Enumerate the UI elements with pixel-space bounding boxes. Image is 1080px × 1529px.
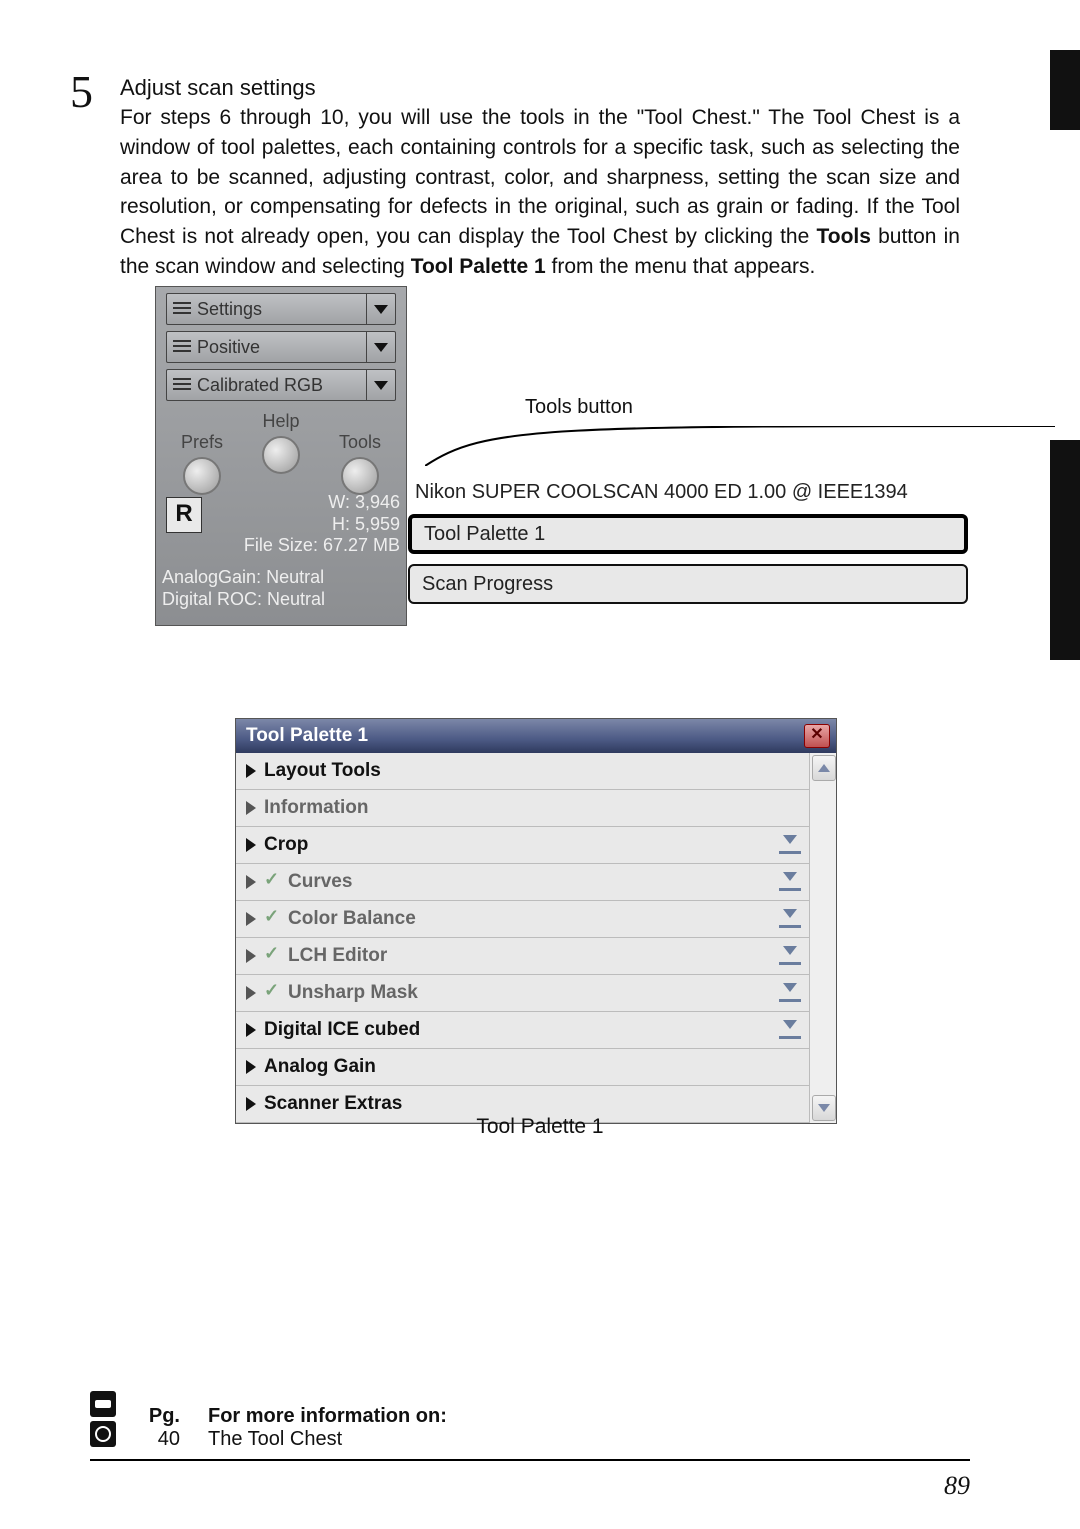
palette-section-label: Digital ICE cubed xyxy=(264,1019,420,1041)
check-icon xyxy=(264,947,282,965)
palette-section-label: Color Balance xyxy=(288,908,416,930)
palette-section[interactable]: LCH Editor xyxy=(236,938,809,975)
palette-section[interactable]: Curves xyxy=(236,864,809,901)
palette-section[interactable]: Analog Gain xyxy=(236,1049,809,1086)
step-title: Adjust scan settings xyxy=(120,75,960,101)
disclosure-triangle-icon xyxy=(246,986,256,1000)
reference-icon xyxy=(90,1421,116,1447)
palette-section[interactable]: Unsharp Mask xyxy=(236,975,809,1012)
section-menu-icon[interactable] xyxy=(779,1022,801,1039)
prefs-label: Prefs xyxy=(172,432,232,453)
page-number: 89 xyxy=(944,1471,970,1501)
analog-gain-status: AnalogGain: Neutral xyxy=(162,567,400,589)
page-edge-tab-top xyxy=(1050,50,1080,130)
tools-label: Tools xyxy=(330,432,390,453)
scan-panel: Settings Positive Calibrated RGB Help Pr… xyxy=(155,286,407,626)
disclosure-triangle-icon xyxy=(246,1097,256,1111)
disclosure-triangle-icon xyxy=(246,801,256,815)
settings-dropdown[interactable]: Settings xyxy=(166,293,396,325)
palette-section[interactable]: Crop xyxy=(236,827,809,864)
tool-palette-caption: Tool Palette 1 xyxy=(0,1115,1080,1139)
menu-item-label: Scan Progress xyxy=(422,573,553,596)
disclosure-triangle-icon xyxy=(246,1023,256,1037)
disclosure-triangle-icon xyxy=(246,764,256,778)
help-button[interactable] xyxy=(262,436,300,474)
disclosure-triangle-icon xyxy=(246,838,256,852)
page-edge-tab-mid xyxy=(1050,440,1080,660)
ref-page-number: 40 xyxy=(140,1428,180,1451)
scan-window-figure: Settings Positive Calibrated RGB Help Pr… xyxy=(155,286,925,636)
section-menu-icon[interactable] xyxy=(779,837,801,854)
scanner-title: Nikon SUPER COOLSCAN 4000 ED 1.00 @ IEEE… xyxy=(415,481,925,504)
palette-section-label: Unsharp Mask xyxy=(288,982,418,1004)
filmtype-dropdown-label: Positive xyxy=(197,337,366,358)
palette-section-label: Analog Gain xyxy=(264,1056,376,1078)
step-body-bold-palette: Tool Palette 1 xyxy=(411,255,546,278)
section-menu-icon[interactable] xyxy=(779,874,801,891)
list-icon xyxy=(173,302,191,316)
colorspace-dropdown-label: Calibrated RGB xyxy=(197,375,366,396)
section-menu-icon[interactable] xyxy=(779,948,801,965)
section-menu-icon[interactable] xyxy=(779,985,801,1002)
palette-section-label: Curves xyxy=(288,871,352,893)
scrollbar[interactable] xyxy=(809,753,836,1123)
dropdown-arrow-icon xyxy=(366,294,395,324)
palette-section-label: Scanner Extras xyxy=(264,1093,402,1115)
tool-palette-titlebar[interactable]: Tool Palette 1 ✕ xyxy=(236,719,836,753)
scan-width: W: 3,946 xyxy=(212,492,400,514)
palette-section-label: Information xyxy=(264,797,369,819)
section-menu-icon[interactable] xyxy=(779,911,801,928)
scan-filesize: File Size: 67.27 MB xyxy=(212,535,400,557)
scan-size-info: W: 3,946 H: 5,959 File Size: 67.27 MB xyxy=(212,492,400,557)
scroll-up-button[interactable] xyxy=(812,755,836,781)
menu-item-scan-progress[interactable]: Scan Progress xyxy=(408,564,968,604)
palette-section-label: Crop xyxy=(264,834,308,856)
tool-palette-title: Tool Palette 1 xyxy=(246,725,368,747)
callout-leader-line xyxy=(425,426,1055,466)
close-button[interactable]: ✕ xyxy=(804,724,830,748)
palette-section[interactable]: Layout Tools xyxy=(236,753,809,790)
scan-height: H: 5,959 xyxy=(212,514,400,536)
disclosure-triangle-icon xyxy=(246,1060,256,1074)
ref-head-topic: For more information on: xyxy=(208,1405,447,1428)
ref-topic: The Tool Chest xyxy=(208,1428,342,1451)
palette-section-label: Layout Tools xyxy=(264,760,381,782)
digital-roc-status: Digital ROC: Neutral xyxy=(162,589,400,611)
list-icon xyxy=(173,378,191,392)
palette-section-label: LCH Editor xyxy=(288,945,387,967)
tools-button-callout: Tools button xyxy=(525,396,633,419)
dropdown-arrow-icon xyxy=(366,370,395,400)
step-body-bold-tools: Tools xyxy=(816,225,870,248)
dropdown-arrow-icon xyxy=(366,332,395,362)
colorspace-dropdown[interactable]: Calibrated RGB xyxy=(166,369,396,401)
disclosure-triangle-icon xyxy=(246,912,256,926)
disclosure-triangle-icon xyxy=(246,949,256,963)
orientation-badge: R xyxy=(166,497,202,533)
palette-section[interactable]: Information xyxy=(236,790,809,827)
step-number: 5 xyxy=(70,65,93,118)
step-block: 5 Adjust scan settings For steps 6 throu… xyxy=(90,75,960,282)
ref-head-pg: Pg. xyxy=(140,1405,180,1428)
settings-dropdown-label: Settings xyxy=(197,299,366,320)
menu-item-label: Tool Palette 1 xyxy=(424,523,545,546)
reference-icon xyxy=(90,1391,116,1417)
palette-section[interactable]: Color Balance xyxy=(236,901,809,938)
check-icon xyxy=(264,984,282,1002)
disclosure-triangle-icon xyxy=(246,875,256,889)
menu-item-tool-palette-1[interactable]: Tool Palette 1 xyxy=(408,514,968,554)
tool-palette-list: Layout Tools Information Crop Curves Color B… xyxy=(236,753,809,1123)
help-label: Help xyxy=(156,411,406,432)
prefs-button[interactable] xyxy=(183,457,221,495)
step-body-c: from the menu that appears. xyxy=(552,255,816,278)
check-icon xyxy=(264,910,282,928)
step-body: For steps 6 through 10, you will use the… xyxy=(120,103,960,282)
filmtype-dropdown[interactable]: Positive xyxy=(166,331,396,363)
check-icon xyxy=(264,873,282,891)
tools-button[interactable] xyxy=(341,457,379,495)
cross-reference-block: Pg. For more information on: 40 The Tool… xyxy=(90,1405,970,1461)
palette-section[interactable]: Digital ICE cubed xyxy=(236,1012,809,1049)
tool-palette-window: Tool Palette 1 ✕ Layout Tools Information… xyxy=(235,718,837,1124)
list-icon xyxy=(173,340,191,354)
